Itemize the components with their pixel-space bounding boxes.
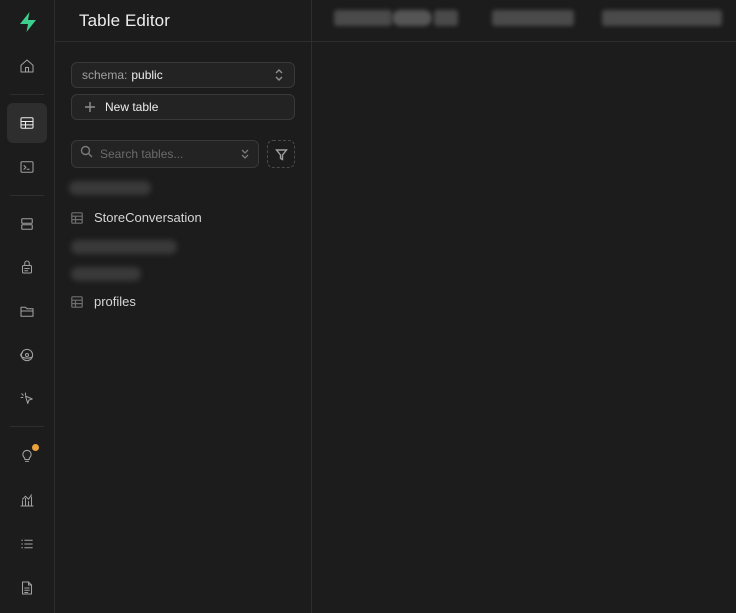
nav-rail xyxy=(0,0,55,613)
nav-divider xyxy=(10,426,44,427)
schema-label: schema: xyxy=(82,68,128,82)
table-icon xyxy=(71,295,83,308)
table-sidebar: Table Editor schema: public New table Se… xyxy=(55,0,312,613)
filter-button[interactable] xyxy=(267,140,295,168)
advisors-icon[interactable] xyxy=(7,435,47,475)
database-icon[interactable] xyxy=(7,204,47,244)
redacted-breadcrumb xyxy=(492,10,574,26)
supabase-logo-icon[interactable] xyxy=(16,10,40,34)
search-icon xyxy=(80,145,93,163)
nav-divider xyxy=(10,94,44,95)
plus-icon xyxy=(84,101,96,113)
new-table-label: New table xyxy=(105,100,159,114)
filter-icon xyxy=(274,148,288,161)
home-icon[interactable] xyxy=(7,46,47,86)
nav-divider xyxy=(10,195,44,196)
redacted-breadcrumb xyxy=(334,10,392,26)
storage-icon[interactable] xyxy=(7,291,47,331)
top-bar xyxy=(312,0,736,42)
notification-badge xyxy=(32,444,39,451)
table-label: profiles xyxy=(94,293,136,309)
reports-icon[interactable] xyxy=(7,480,47,520)
edge-functions-icon[interactable] xyxy=(7,379,47,419)
redacted-table-item xyxy=(69,181,151,195)
table-item[interactable]: StoreConversation xyxy=(71,205,202,229)
realtime-icon[interactable] xyxy=(7,335,47,375)
chevron-up-down-icon xyxy=(273,68,285,82)
table-icon xyxy=(71,211,83,224)
auth-icon[interactable] xyxy=(7,247,47,287)
schema-selector[interactable]: schema: public xyxy=(71,62,295,88)
search-input[interactable] xyxy=(100,147,230,161)
redacted-breadcrumb xyxy=(602,10,722,26)
page-title: Table Editor xyxy=(79,10,170,30)
table-label: StoreConversation xyxy=(94,209,202,225)
table-editor-icon[interactable] xyxy=(7,103,47,143)
new-table-button[interactable]: New table xyxy=(71,94,295,120)
redacted-breadcrumb xyxy=(392,10,432,26)
main-content xyxy=(312,42,736,613)
logs-icon[interactable] xyxy=(7,524,47,564)
sql-editor-icon[interactable] xyxy=(7,147,47,187)
redacted-breadcrumb xyxy=(434,10,458,26)
table-item[interactable]: profiles xyxy=(71,289,136,313)
search-tables-field[interactable] xyxy=(71,140,259,168)
redacted-table-item xyxy=(71,240,177,254)
sidebar-header: Table Editor xyxy=(55,0,311,42)
schema-value: public xyxy=(131,68,163,82)
redacted-table-item xyxy=(71,267,141,281)
api-docs-icon[interactable] xyxy=(7,568,47,608)
